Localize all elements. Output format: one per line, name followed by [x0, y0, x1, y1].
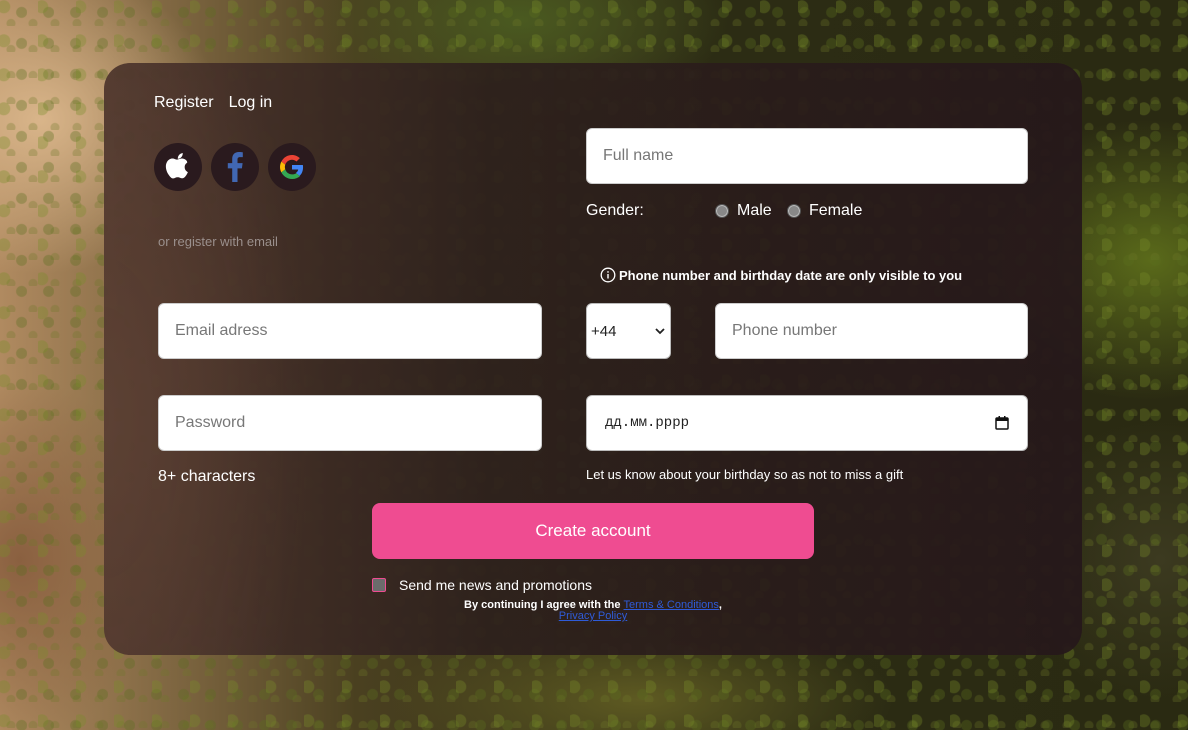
register-card: Register Log in or register with email G…: [104, 63, 1082, 655]
legal-notice: By continuing I agree with the Terms & C…: [372, 600, 814, 622]
gender-male-option[interactable]: Male: [715, 202, 772, 220]
privacy-note-text: Phone number and birthday date are only …: [619, 267, 963, 283]
info-icon: [600, 267, 616, 283]
newsletter-option[interactable]: Send me news and promotions: [372, 577, 592, 593]
create-account-button[interactable]: Create account: [372, 503, 814, 559]
google-icon: [280, 155, 304, 179]
tab-register[interactable]: Register: [154, 94, 214, 112]
birthday-placeholder: дд.мм.рррр: [605, 415, 690, 431]
birthday-date-input[interactable]: дд.мм.рррр: [586, 395, 1028, 451]
newsletter-checkbox[interactable]: [372, 578, 386, 592]
gender-male-radio[interactable]: [715, 204, 729, 218]
full-name-input[interactable]: [586, 128, 1028, 184]
phone-number-input[interactable]: [715, 303, 1028, 359]
chevron-down-icon: [655, 328, 665, 335]
privacy-policy-link[interactable]: Privacy Policy: [559, 610, 627, 622]
password-input[interactable]: [158, 395, 542, 451]
birthday-hint: Let us know about your birthday so as no…: [586, 467, 904, 482]
tab-login[interactable]: Log in: [229, 94, 273, 112]
google-login-button[interactable]: [268, 143, 316, 191]
apple-icon: [165, 153, 188, 179]
country-code-select[interactable]: +44: [586, 303, 671, 359]
email-input[interactable]: [158, 303, 542, 359]
calendar-icon[interactable]: [995, 416, 1009, 430]
gender-female-label: Female: [809, 202, 863, 219]
privacy-note: Phone number and birthday date are only …: [600, 267, 962, 283]
password-hint: 8+ characters: [158, 468, 256, 485]
facebook-login-button[interactable]: [211, 143, 259, 191]
gender-male-label: Male: [737, 202, 772, 219]
or-register-with-email: or register with email: [158, 234, 278, 249]
gender-female-radio[interactable]: [787, 204, 801, 218]
facebook-icon: [227, 152, 243, 182]
newsletter-label: Send me news and promotions: [399, 577, 592, 593]
country-code-value: +44: [591, 322, 617, 340]
apple-login-button[interactable]: [154, 143, 202, 191]
legal-separator: ,: [718, 599, 722, 611]
gender-label: Gender:: [586, 202, 644, 219]
auth-tabs: Register Log in: [154, 94, 272, 112]
social-login-buttons: [154, 143, 316, 191]
terms-link[interactable]: Terms & Conditions: [624, 599, 719, 611]
gender-female-option[interactable]: Female: [787, 202, 862, 220]
